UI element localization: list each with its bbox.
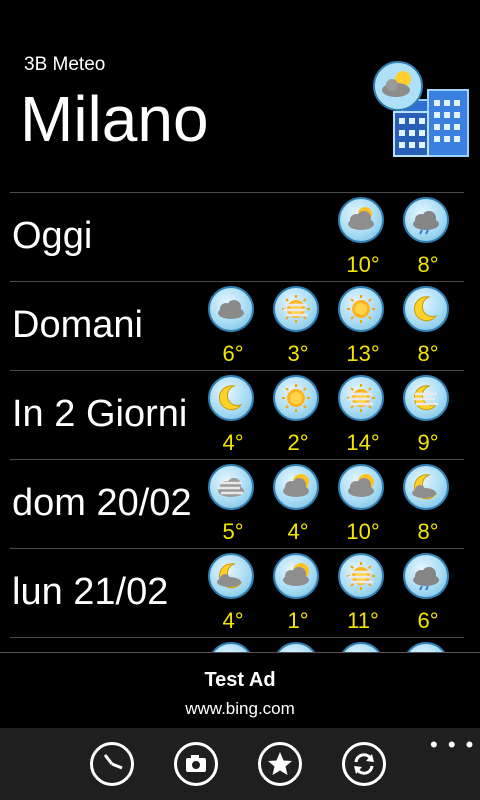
sun-fog-icon: [338, 375, 384, 421]
forecast-row[interactable]: Domani 6° 3° 13° 8°: [10, 281, 464, 370]
forecast-slot: [208, 642, 258, 652]
forecast-slot: 13°: [338, 286, 388, 368]
forecast-list: Oggi 10° 8° Domani 6° 3° 13° 8° In 2 Giorni 4° 2° 1…: [0, 192, 480, 652]
forecast-slot: 4°: [208, 553, 258, 635]
temperature: 4°: [222, 430, 244, 455]
sun-cloud-icon: [273, 553, 319, 599]
forecast-row[interactable]: dom 20/02 5° 4° 10° 8°: [10, 459, 464, 548]
app-name: 3B Meteo: [24, 54, 106, 75]
forecast-slot: 3°: [273, 286, 323, 368]
forecast-slot: [273, 642, 323, 652]
forecast-slot: 8°: [403, 464, 453, 546]
moon-icon: [403, 286, 449, 332]
sun-fog-icon: [338, 553, 384, 599]
clock-icon: [103, 754, 123, 770]
temperature: 4°: [222, 608, 244, 633]
forecast-slot: 6°: [403, 553, 453, 635]
row-label: lun 21/02: [12, 571, 169, 613]
forecast-slot: 8°: [403, 286, 453, 368]
temperature: 6°: [417, 608, 439, 633]
cloud-icon: [273, 642, 319, 652]
temperature: 2°: [287, 430, 309, 455]
cloud-fog-icon: [208, 464, 254, 510]
temperature: 1°: [287, 608, 309, 633]
forecast-row[interactable]: Oggi 10° 8°: [10, 192, 464, 281]
refresh-icon: [354, 753, 374, 775]
forecast-slot: [403, 642, 453, 652]
temperature: 10°: [346, 519, 380, 544]
forecast-slot: 10°: [338, 464, 388, 546]
star-icon: [268, 752, 292, 775]
ad-banner[interactable]: Test Ad www.bing.com: [0, 652, 480, 729]
forecast-slot: 10°: [338, 197, 388, 279]
temperature: 3°: [287, 341, 309, 366]
clock-button[interactable]: [90, 742, 134, 786]
cloud-icon: [338, 642, 384, 652]
moon-cloud-icon: [403, 464, 449, 510]
cloud-icon: [403, 642, 449, 652]
temperature: 11°: [347, 608, 379, 633]
temperature: 14°: [346, 430, 380, 455]
row-label: Domani: [12, 304, 143, 346]
sun-icon: [338, 286, 384, 332]
cloud-sun-icon: [338, 197, 384, 243]
temperature: 5°: [222, 519, 244, 544]
sun-cloud-icon: [338, 464, 384, 510]
forecast-row[interactable]: [10, 637, 464, 652]
temperature: 9°: [417, 430, 439, 455]
app-bar: • • •: [0, 728, 480, 800]
cloud-rain-icon: [403, 197, 449, 243]
temperature: 13°: [346, 341, 380, 366]
forecast-slot: 11°: [338, 553, 388, 635]
forecast-slot: 1°: [273, 553, 323, 635]
ad-title: Test Ad: [204, 669, 276, 691]
forecast-slot: 14°: [338, 375, 388, 457]
sun-fog-icon: [273, 286, 319, 332]
temperature: 8°: [417, 252, 439, 277]
moon-fog-icon: [403, 375, 449, 421]
moon-icon: [208, 375, 254, 421]
city-weather-icon: [372, 60, 472, 164]
sun-cloud-icon: [273, 464, 319, 510]
forecast-slot: 9°: [403, 375, 453, 457]
cloud-icon: [208, 286, 254, 332]
ad-url[interactable]: www.bing.com: [0, 699, 480, 719]
forecast-slot: 4°: [273, 464, 323, 546]
camera-icon: [186, 755, 206, 772]
forecast-slot: 6°: [208, 286, 258, 368]
refresh-button[interactable]: [342, 742, 386, 786]
camera-button[interactable]: [174, 742, 218, 786]
row-label: dom 20/02: [12, 482, 192, 524]
row-label: In 2 Giorni: [12, 393, 188, 435]
forecast-slot: 5°: [208, 464, 258, 546]
row-label: Oggi: [12, 215, 93, 257]
temperature: 8°: [417, 519, 439, 544]
temperature: 4°: [287, 519, 309, 544]
moon-cloud-icon: [208, 553, 254, 599]
temperature: 6°: [222, 341, 244, 366]
cloud-rain-icon: [403, 553, 449, 599]
cloud-icon: [208, 642, 254, 652]
forecast-slot: 4°: [208, 375, 258, 457]
temperature: 10°: [346, 252, 380, 277]
forecast-slot: 2°: [273, 375, 323, 457]
sun-icon: [273, 375, 319, 421]
city-title: Milano: [20, 83, 209, 155]
temperature: 8°: [417, 341, 439, 366]
forecast-row[interactable]: lun 21/02 4° 1° 11° 6°: [10, 548, 464, 637]
forecast-row[interactable]: In 2 Giorni 4° 2° 14° 9°: [10, 370, 464, 459]
more-dots-icon[interactable]: • • •: [430, 732, 475, 758]
forecast-slot: 8°: [403, 197, 453, 279]
forecast-slot: [338, 642, 388, 652]
favorites-button[interactable]: [258, 742, 302, 786]
